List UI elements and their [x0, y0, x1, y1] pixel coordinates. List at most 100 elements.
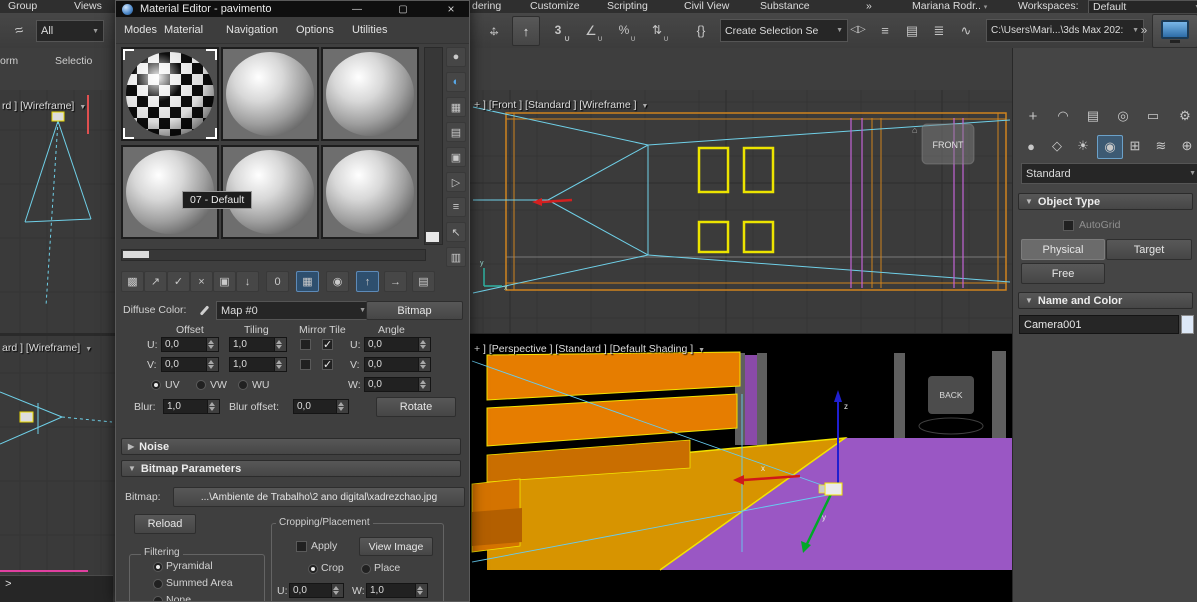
bitmap-parameters-rollout[interactable]: ▼Bitmap Parameters	[121, 460, 461, 477]
bitmap-type-button[interactable]: Bitmap	[366, 301, 463, 320]
menu-group[interactable]: Group	[8, 0, 37, 13]
v-angle-spinner[interactable]: 0,0	[364, 357, 431, 372]
backlight-icon[interactable]: ◐	[446, 72, 466, 92]
workspace-selector[interactable]: Default▼	[1088, 0, 1197, 14]
create-geometry-icon[interactable]: ●	[1019, 135, 1043, 157]
rotate-button[interactable]: Rotate	[376, 397, 456, 417]
apply-checkbox[interactable]	[296, 541, 307, 552]
create-cameras-icon[interactable]: ◉	[1097, 135, 1123, 159]
summed-area-radio[interactable]	[153, 579, 163, 589]
front-viewport-label[interactable]: + ] [Front ] [Standard ] [Wireframe ]▼	[474, 99, 648, 111]
tab-utilities-icon[interactable]: ⚙	[1173, 105, 1197, 127]
select-and-place-icon[interactable]: ↑	[512, 16, 540, 46]
object-type-rollout[interactable]: ▼Object Type	[1018, 193, 1193, 210]
background-icon[interactable]: ▦	[446, 97, 466, 117]
menu-overflow-chevron[interactable]: »	[866, 0, 872, 13]
bitmap-path-button[interactable]: ...\Ambiente de Trabalho\2 ano digital\x…	[173, 487, 465, 507]
spinner-snap-icon[interactable]: ⇅∪	[644, 17, 670, 43]
target-camera-button[interactable]: Target	[1106, 239, 1192, 260]
wu-radio[interactable]	[238, 380, 248, 390]
name-and-color-rollout[interactable]: ▼Name and Color	[1018, 292, 1193, 309]
bind-to-space-warp-icon[interactable]: ≈	[3, 14, 35, 46]
options-icon[interactable]: ≡	[446, 197, 466, 217]
material-editor-titlebar[interactable]: Material Editor - pavimento — ▢ ×	[116, 1, 469, 17]
ribbon-tab-selection[interactable]: Selectio	[55, 55, 92, 67]
maximize-button[interactable]: ▢	[390, 1, 416, 17]
create-helpers-icon[interactable]: ⊞	[1123, 135, 1147, 157]
left-bottom-viewport-label[interactable]: ard ] [Wireframe]▼	[2, 342, 92, 354]
named-selection-set-dropdown[interactable]: Create Selection Se▼	[720, 19, 848, 42]
free-camera-button[interactable]: Free	[1021, 263, 1105, 284]
maxscript-mini-listener[interactable]: >	[0, 575, 113, 602]
crop-u-spinner[interactable]: 0,0	[289, 583, 344, 598]
make-material-unique-icon[interactable]: ▣	[213, 271, 236, 292]
view-image-button[interactable]: View Image	[359, 537, 433, 556]
u-offset-spinner[interactable]: 0,0	[161, 337, 219, 352]
none-radio[interactable]	[153, 596, 163, 602]
tab-modify-icon[interactable]: ◠	[1051, 105, 1075, 127]
perspective-viewport-canvas[interactable]: z x y BACK	[470, 334, 1012, 602]
show-map-in-viewport-icon[interactable]: ▦	[296, 271, 319, 292]
toolbar-overflow-chevron[interactable]: »	[1138, 19, 1150, 41]
w-angle-spinner[interactable]: 0,0	[364, 377, 431, 392]
put-material-to-scene-icon[interactable]: ↗	[144, 271, 167, 292]
material-id-channel-icon[interactable]: 0	[266, 271, 289, 292]
select-by-material-icon[interactable]: ↖	[446, 222, 466, 242]
viewcube-front-label[interactable]: FRONT	[933, 140, 964, 150]
uv-radio[interactable]	[151, 380, 161, 390]
object-name-field[interactable]: Camera001	[1019, 315, 1179, 334]
u-mirror-checkbox[interactable]	[300, 339, 311, 350]
tab-hierarchy-icon[interactable]: ▤	[1081, 105, 1105, 127]
crop-radio[interactable]	[308, 564, 318, 574]
u-tiling-spinner[interactable]: 1,0	[229, 337, 287, 352]
assign-material-to-selection-icon[interactable]: ✓	[167, 271, 190, 292]
menu-material[interactable]: Material	[164, 17, 203, 43]
go-to-parent-icon[interactable]: ↑	[356, 271, 379, 292]
ribbon-tab-freeform[interactable]: orm	[0, 55, 18, 67]
go-forward-to-sibling-icon[interactable]: →	[384, 271, 407, 292]
layer-explorer-icon[interactable]: ▤	[899, 17, 925, 43]
sample-tiling-icon[interactable]: ▤	[446, 122, 466, 142]
navigator-icon[interactable]: ▤	[412, 271, 435, 292]
select-and-move-icon[interactable]: ↔↕	[481, 17, 507, 43]
viewcube-home-icon[interactable]: ⌂	[912, 125, 917, 135]
selection-filter-dropdown[interactable]: All▼	[36, 20, 104, 42]
material-map-navigator-icon[interactable]: ▥	[446, 247, 466, 267]
make-preview-icon[interactable]: ▷	[446, 172, 466, 192]
scene-explorer-icon[interactable]: ≣	[926, 17, 952, 43]
camera-type-dropdown[interactable]: Standard▼	[1021, 163, 1197, 184]
snaps-toggle-icon[interactable]: 3∪	[545, 17, 571, 43]
create-systems-icon[interactable]: ⊕	[1175, 135, 1197, 157]
minimize-button[interactable]: —	[344, 1, 370, 17]
video-color-check-icon[interactable]: ▣	[446, 147, 466, 167]
menu-modes[interactable]: Modes	[124, 17, 157, 43]
project-folder-dropdown[interactable]: C:\Users\Mari...\3ds Max 202:▼	[986, 19, 1144, 42]
material-slot-1[interactable]	[121, 47, 219, 141]
material-slot-3[interactable]	[321, 47, 419, 141]
v-tiling-spinner[interactable]: 1,0	[229, 357, 287, 372]
menu-customize[interactable]: Customize	[530, 0, 580, 13]
create-shapes-icon[interactable]: ◇	[1045, 135, 1069, 157]
menu-civil-view[interactable]: Civil View	[684, 0, 729, 13]
get-material-icon[interactable]: ▩	[121, 271, 144, 292]
sample-horizontal-scrollbar[interactable]	[121, 249, 426, 261]
create-spacewarps-icon[interactable]: ≋	[1149, 135, 1173, 157]
place-radio[interactable]	[361, 564, 371, 574]
align-icon[interactable]: ≡	[872, 17, 898, 43]
user-account-button[interactable]: Mariana Rodr.. ▾	[912, 0, 987, 14]
v-mirror-checkbox[interactable]	[300, 359, 311, 370]
blur-offset-spinner[interactable]: 0,0	[293, 399, 349, 414]
u-tile-checkbox[interactable]	[322, 339, 333, 350]
material-slot-2[interactable]	[221, 47, 319, 141]
tab-display-icon[interactable]: ▭	[1141, 105, 1165, 127]
material-slot-6[interactable]	[321, 145, 419, 239]
scrollbar-thumb[interactable]	[123, 251, 149, 258]
scrollbar-thumb[interactable]	[426, 232, 439, 242]
autogrid-checkbox[interactable]	[1063, 220, 1074, 231]
blur-spinner[interactable]: 1,0	[163, 399, 220, 414]
object-color-swatch[interactable]	[1181, 315, 1194, 334]
eyedropper-icon[interactable]	[196, 302, 212, 318]
vw-radio[interactable]	[196, 380, 206, 390]
u-angle-spinner[interactable]: 0,0	[364, 337, 431, 352]
tab-motion-icon[interactable]: ◎	[1111, 105, 1135, 127]
